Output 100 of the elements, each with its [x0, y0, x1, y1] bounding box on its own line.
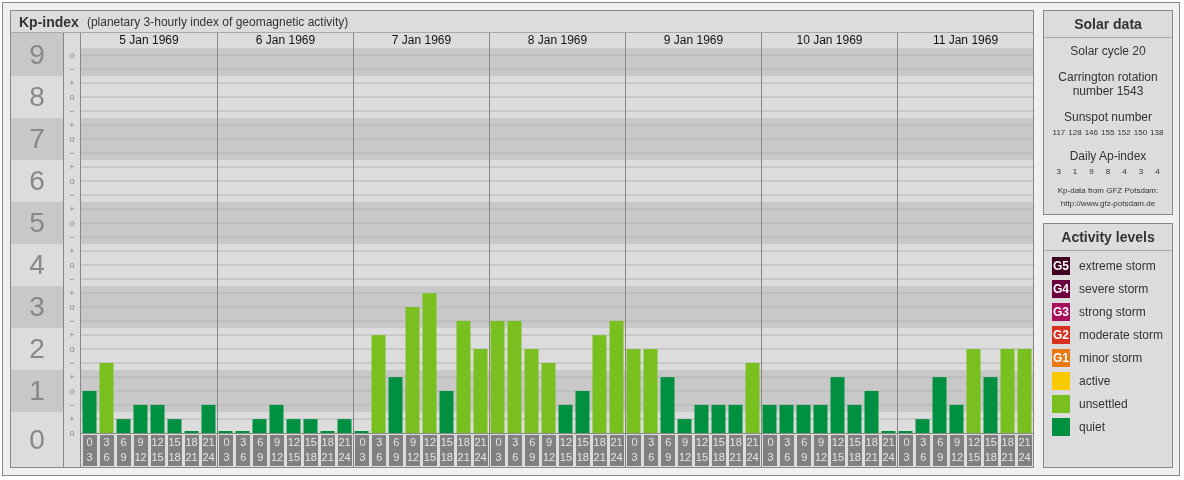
legend-label: moderate storm: [1079, 328, 1164, 342]
legend-swatch: G3: [1052, 303, 1070, 321]
kp-sub-mark: o: [68, 175, 76, 188]
kp-sub-mark: o: [68, 259, 76, 272]
hour-range-label: 12 15: [966, 435, 981, 466]
kp-bar: [269, 404, 284, 433]
kp-bar: [694, 404, 709, 433]
hour-range-label: 21 24: [881, 435, 896, 466]
hour-range-label: 18 21: [592, 435, 607, 466]
kp-value-label: 5: [29, 207, 45, 239]
chart-subtitle: (planetary 3-hourly index of geomagnetic activity): [86, 14, 349, 29]
hour-range-label: 9 12: [950, 435, 965, 466]
hour-range-label: 12 15: [422, 435, 437, 466]
kp-sub-mark: +: [68, 161, 76, 174]
kp-sub-mark: +: [68, 119, 76, 132]
sunspot-value: 117: [1052, 128, 1066, 137]
hour-range-label: 21 24: [609, 435, 624, 466]
hour-range-label: 6 9: [389, 435, 404, 466]
kp-bar: [796, 404, 811, 433]
kp-bar: [303, 419, 318, 433]
kp-bar: [728, 404, 743, 433]
legend-label: severe storm: [1079, 282, 1149, 296]
hour-range-label: 21 24: [1017, 435, 1032, 466]
hour-range-label: 18 21: [1000, 435, 1015, 466]
kp-sub-mark: o: [68, 49, 76, 62]
hour-range-label: 18 21: [728, 435, 743, 466]
ap-index-value: 3: [1056, 167, 1061, 176]
hour-range-label: 21 24: [473, 435, 488, 466]
kp-bar: [252, 419, 267, 433]
kp-sub-mark: −: [68, 357, 76, 370]
kp-sub-mark: −: [68, 273, 76, 286]
kp-sub-mark: o: [68, 427, 76, 440]
kp-sub-mark: o: [68, 91, 76, 104]
ap-index-value: 8: [1105, 167, 1111, 176]
kp-value-label: 7: [29, 123, 45, 155]
ap-index-value: 9: [1089, 167, 1094, 176]
kp-sub-mark: −: [68, 105, 76, 118]
hour-range-label: 21 24: [337, 435, 352, 466]
kp-sub-mark: +: [68, 413, 76, 426]
kp-bar: [558, 404, 573, 433]
kp-sub-mark: +: [68, 287, 76, 300]
sunspot-value: 150: [1133, 128, 1148, 137]
hour-range-label: 3 6: [372, 435, 387, 466]
kp-bar: [82, 391, 97, 433]
kp-bar: [388, 377, 403, 433]
hour-range-label: 3 6: [644, 435, 659, 466]
hour-range-label: 6 9: [116, 435, 131, 466]
legend-swatch: G2: [1052, 326, 1070, 344]
panel-title: Activity levels: [1044, 224, 1172, 251]
hour-range-label: 12 15: [830, 435, 845, 466]
ap-index-value: 4: [1122, 167, 1127, 176]
hour-range-label: 9 12: [270, 435, 285, 466]
sunspot-value: 152: [1117, 128, 1131, 137]
kp-sub-mark: +: [68, 371, 76, 384]
kp-sub-mark: −: [68, 399, 76, 412]
kp-bar: [99, 362, 114, 433]
hour-range-label: 15 18: [711, 435, 726, 466]
kp-bar: [745, 362, 760, 433]
kp-sub-mark: −: [68, 231, 76, 244]
hour-range-label: 18 21: [864, 435, 879, 466]
legend-swatch: G5: [1052, 257, 1070, 275]
hour-range-label: 21 24: [745, 435, 760, 466]
hour-range-label: 15 18: [983, 435, 998, 466]
hour-range-label: 12 15: [286, 435, 301, 466]
hour-range-label: 0 3: [219, 435, 234, 466]
kp-bar: [983, 377, 998, 433]
legend-label: strong storm: [1079, 305, 1146, 319]
kp-bar: [116, 419, 131, 433]
kp-sub-mark: −: [68, 63, 76, 76]
hour-range-label: 6 9: [525, 435, 540, 466]
kp-sub-mark: +: [68, 245, 76, 258]
kp-sub-mark: −: [68, 315, 76, 328]
kp-bar: [150, 404, 165, 433]
kp-sub-mark: +: [68, 329, 76, 342]
kp-sub-mark: +: [68, 77, 76, 90]
hour-range-label: 15 18: [167, 435, 182, 466]
kp-bar: [813, 404, 828, 433]
kp-bar: [932, 377, 947, 433]
hour-range-label: 15 18: [439, 435, 454, 466]
hour-range-label: 18 21: [184, 435, 199, 466]
legend-swatch: G1: [1052, 349, 1070, 367]
ap-index-value: 1: [1072, 167, 1078, 176]
kp-value-label: 9: [29, 38, 45, 71]
hour-range-label: 9 12: [814, 435, 829, 466]
kp-bar: [830, 377, 845, 433]
kp-value-label: 2: [29, 333, 45, 365]
panel-title: Solar data: [1044, 11, 1172, 38]
hour-range-label: 12 15: [558, 435, 573, 466]
hour-range-label: 3 6: [508, 435, 523, 466]
hour-range-label: 18 21: [456, 435, 471, 466]
hour-range-label: 15 18: [575, 435, 590, 466]
sunspot-value: 146: [1084, 128, 1098, 137]
kp-bar: [762, 404, 777, 433]
kp-bar: [711, 404, 726, 433]
source-url: http://www.gfz-potsdam.de: [1060, 199, 1156, 208]
kp-value-label: 3: [29, 291, 45, 323]
legend-label: active: [1079, 374, 1111, 388]
kp-bar: [133, 404, 148, 433]
hour-range-label: 6 9: [661, 435, 676, 466]
hour-range-label: 0 3: [899, 435, 914, 466]
